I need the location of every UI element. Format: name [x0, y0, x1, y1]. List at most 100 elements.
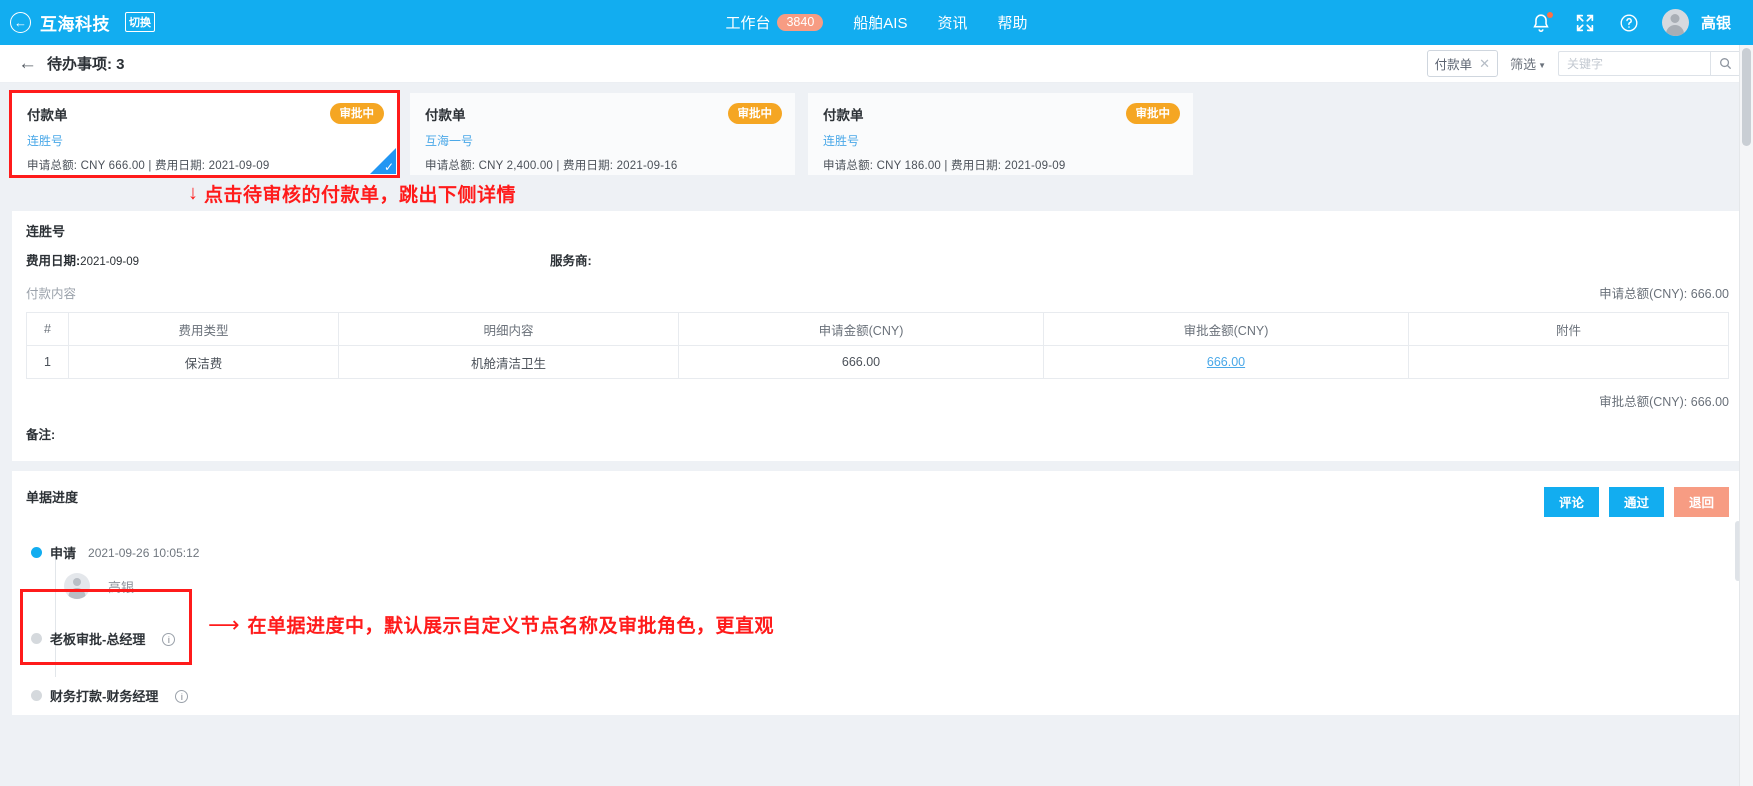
th-index: # — [26, 312, 69, 346]
todo-cards-row: 付款单 连胜号 申请总额: CNY 666.00 | 费用日期: 2021-09… — [0, 83, 1753, 178]
detail-vendor: 服务商: — [550, 250, 592, 269]
detail-section-label: 付款内容 — [26, 287, 77, 301]
todo-card-1-ship[interactable]: 互海一号 — [425, 132, 780, 149]
filter-dropdown-label: 筛选 — [1510, 57, 1537, 72]
comment-button[interactable]: 评论 — [1543, 487, 1599, 517]
filter-dropdown[interactable]: 筛选 ▼ — [1510, 54, 1546, 73]
right-arrow-icon: ⟶ — [208, 611, 240, 637]
search-area — [1558, 51, 1741, 76]
page-scrollbar[interactable] — [1739, 45, 1753, 786]
approve-amount-link[interactable]: 666.00 — [1207, 355, 1245, 369]
fullscreen-icon[interactable] — [1574, 12, 1596, 34]
cell-attachment — [1408, 345, 1729, 379]
nav-item-ais[interactable]: 船舶AIS — [853, 12, 907, 33]
todo-card-2-title: 付款单 — [823, 108, 864, 123]
nav-item-workbench-badge: 3840 — [777, 14, 824, 31]
help-icon[interactable] — [1618, 12, 1640, 34]
username-label[interactable]: 高银 — [1701, 12, 1731, 33]
filter-chip-label: 付款单 — [1434, 58, 1473, 72]
timeline-node-apply-time: 2021-09-26 10:05:12 — [88, 545, 200, 560]
avatar — [64, 573, 90, 599]
cell-approve-amount[interactable]: 666.00 — [1043, 345, 1409, 379]
th-fee-type: 费用类型 — [68, 312, 339, 346]
brand-name: 互海科技 — [40, 15, 110, 34]
timeline-node-finance-label: 财务打款-财务经理 — [50, 689, 159, 704]
bell-icon[interactable] — [1530, 11, 1553, 34]
main-nav: 工作台 3840 船舶AIS 资讯 帮助 — [0, 12, 1753, 33]
brand-switch-button[interactable]: 切换 — [125, 11, 155, 32]
todo-card-1-meta: 申请总额: CNY 2,400.00 | 费用日期: 2021-09-16 — [425, 160, 678, 172]
todo-card-0[interactable]: 付款单 连胜号 申请总额: CNY 666.00 | 费用日期: 2021-09… — [9, 90, 400, 178]
nav-item-ais-label: 船舶AIS — [853, 15, 908, 32]
detail-approve-total: 审批总额(CNY): 666.00 — [1599, 395, 1729, 409]
chevron-down-icon: ▼ — [1538, 61, 1546, 70]
todo-card-1-status-badge: 审批中 — [727, 103, 782, 124]
detail-vendor-label: 服务商: — [550, 254, 592, 268]
avatar[interactable] — [1661, 9, 1689, 36]
timeline-dot-done — [31, 547, 42, 558]
nav-item-workbench[interactable]: 工作台 3840 — [725, 12, 824, 33]
todo-card-1[interactable]: 付款单 互海一号 申请总额: CNY 2,400.00 | 费用日期: 2021… — [410, 93, 795, 175]
nav-item-help-label: 帮助 — [997, 15, 1028, 32]
th-attachment: 附件 — [1408, 312, 1729, 346]
detail-remark-label: 备注: — [26, 428, 56, 442]
page-scrollbar-thumb[interactable] — [1742, 48, 1751, 146]
cell-fee-type: 保洁费 — [68, 345, 339, 379]
payment-items-table: # 费用类型 明细内容 申请金额(CNY) 审批金额(CNY) 附件 1 保洁费… — [26, 312, 1729, 379]
annotation-two-text: 在单据进度中，默认展示自定义节点名称及审批角色，更直观 — [247, 616, 775, 637]
progress-title: 单据进度 — [26, 490, 79, 505]
back-arrow-icon[interactable]: ← — [18, 54, 37, 73]
todo-card-0-title: 付款单 — [27, 108, 68, 123]
reject-button[interactable]: 退回 — [1673, 487, 1729, 517]
timeline-node-boss-label: 老板审批-总经理 — [50, 632, 146, 647]
search-button[interactable] — [1710, 51, 1741, 76]
timeline-dot-pending — [31, 690, 42, 701]
info-icon[interactable]: i — [175, 690, 189, 703]
detail-fee-date-label: 费用日期: — [26, 254, 81, 268]
search-input[interactable] — [1558, 51, 1710, 76]
brand-area: ← 互海科技 切换 — [0, 10, 155, 35]
check-icon: ✓ — [383, 160, 394, 174]
detail-meta-row: 费用日期:2021-09-09 服务商: — [26, 250, 1729, 269]
bell-notification-dot — [1546, 11, 1553, 18]
timeline-node-finance-head: 财务打款-财务经理 i — [50, 686, 1729, 705]
nav-item-help[interactable]: 帮助 — [998, 12, 1028, 33]
th-detail: 明细内容 — [338, 312, 679, 346]
table-row: 1 保洁费 机舱清洁卫生 666.00 666.00 — [26, 345, 1729, 379]
page-subheader: ← 待办事项: 3 付款单 ✕ 筛选 ▼ — [0, 45, 1753, 83]
subheader-controls: 付款单 ✕ 筛选 ▼ — [1426, 50, 1741, 77]
todo-card-2-ship[interactable]: 连胜号 — [823, 132, 1178, 149]
approve-button[interactable]: 通过 — [1608, 487, 1664, 517]
todo-card-2-meta: 申请总额: CNY 186.00 | 费用日期: 2021-09-09 — [823, 160, 1066, 172]
timeline-node-apply-head: 申请 2021-09-26 10:05:12 — [50, 543, 1729, 562]
nav-item-workbench-label: 工作台 — [725, 15, 771, 32]
detail-fee-date: 费用日期:2021-09-09 — [26, 250, 550, 269]
todo-card-0-meta: 申请总额: CNY 666.00 | 费用日期: 2021-09-09 — [27, 160, 270, 172]
nav-item-news[interactable]: 资讯 — [937, 12, 967, 33]
todo-card-0-ship[interactable]: 连胜号 — [27, 132, 382, 149]
payment-detail-panel: 连胜号 费用日期:2021-09-09 服务商: 付款内容 申请总额(CNY):… — [12, 211, 1743, 461]
todo-card-2-status-badge: 审批中 — [1125, 103, 1180, 124]
back-arrow-circle-icon[interactable]: ← — [10, 12, 31, 33]
detail-ship-name: 连胜号 — [26, 224, 66, 239]
timeline-node-apply: 申请 2021-09-26 10:05:12 高银 — [31, 543, 1729, 599]
cell-apply-amount: 666.00 — [678, 345, 1044, 379]
close-icon[interactable]: ✕ — [1479, 56, 1490, 72]
todo-card-0-status-badge: 审批中 — [329, 103, 384, 124]
th-apply-amt: 申请金额(CNY) — [678, 312, 1044, 346]
top-right-actions: 高银 — [1530, 9, 1753, 36]
table-header-row: # 费用类型 明细内容 申请金额(CNY) 审批金额(CNY) 附件 — [26, 312, 1729, 346]
cell-index: 1 — [26, 345, 69, 379]
timeline-node-apply-username: 高银 — [108, 579, 135, 595]
timeline-node-apply-user: 高银 — [64, 573, 1729, 599]
th-approve-amt: 审批金额(CNY) — [1043, 312, 1409, 346]
detail-fee-date-value: 2021-09-09 — [80, 256, 139, 268]
page-title-label: 待办事项: 3 — [47, 56, 125, 73]
timeline-node-finance: 财务打款-财务经理 i — [31, 686, 1729, 705]
todo-card-1-title: 付款单 — [425, 108, 466, 123]
detail-section-row: 付款内容 申请总额(CNY): 666.00 — [26, 283, 1729, 302]
filter-chip-payment-order[interactable]: 付款单 ✕ — [1426, 50, 1499, 77]
cell-detail: 机舱清洁卫生 — [338, 345, 679, 379]
todo-card-2[interactable]: 付款单 连胜号 申请总额: CNY 186.00 | 费用日期: 2021-09… — [808, 93, 1193, 175]
info-icon[interactable]: i — [162, 633, 176, 646]
